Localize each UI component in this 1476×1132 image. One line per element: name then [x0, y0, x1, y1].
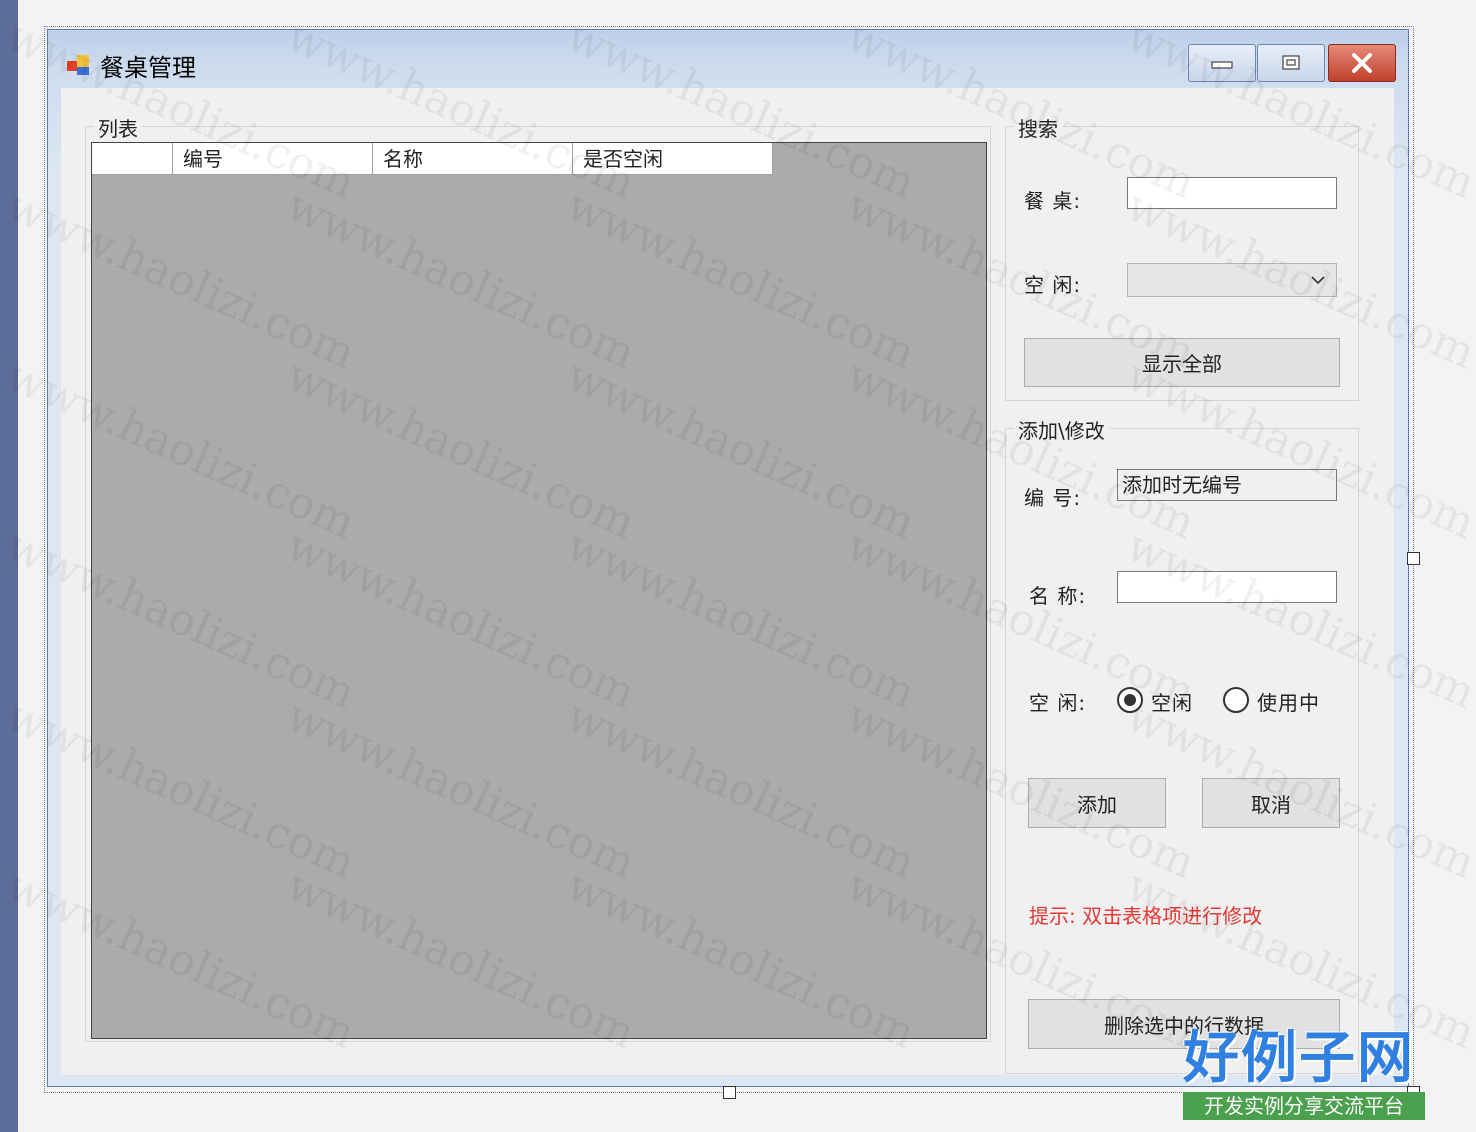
grid-header: 编号 名称 是否空闲 [92, 143, 773, 175]
maximize-button[interactable] [1257, 44, 1325, 82]
radio-in-use[interactable] [1223, 687, 1249, 713]
radio-idle[interactable] [1117, 687, 1143, 713]
designer-left-bar [0, 0, 18, 1132]
resize-handle-bottom[interactable] [723, 1086, 736, 1099]
table-search-input[interactable] [1127, 177, 1337, 209]
radio-selected-dot [1124, 694, 1136, 706]
edit-groupbox: 添加\修改 [1005, 415, 1359, 1074]
id-label: 编 号: [1024, 486, 1082, 510]
show-all-button[interactable]: 显示全部 [1024, 338, 1340, 387]
radio-in-use-label[interactable]: 使用中 [1257, 687, 1320, 716]
column-header-id[interactable]: 编号 [173, 143, 373, 175]
form-window: 餐桌管理 列表 编号 名称 是否空闲 搜索 餐 桌: 空 闲: 显示全部 添加\… [47, 29, 1409, 1087]
list-group-title: 列表 [94, 113, 142, 142]
close-icon [1352, 53, 1372, 73]
table-label: 餐 桌: [1024, 189, 1082, 213]
row-header-cell[interactable] [92, 143, 173, 175]
idle-search-label: 空 闲: [1024, 273, 1082, 297]
hint-text: 提示: 双击表格项进行修改 [1029, 904, 1263, 928]
name-input[interactable] [1117, 571, 1337, 603]
app-icon [67, 55, 89, 75]
resize-handle-right[interactable] [1407, 552, 1420, 565]
window-title: 餐桌管理 [100, 54, 196, 82]
logo-sub-text: 开发实例分享交流平台 [1183, 1092, 1425, 1120]
idle-edit-label: 空 闲: [1029, 691, 1087, 715]
idle-search-combo[interactable] [1127, 263, 1337, 297]
close-button[interactable] [1328, 44, 1396, 82]
minimize-icon [1211, 61, 1233, 69]
client-area: 列表 编号 名称 是否空闲 搜索 餐 桌: 空 闲: 显示全部 添加\修改 编 … [61, 88, 1394, 1075]
maximize-icon [1282, 55, 1300, 70]
radio-idle-label[interactable]: 空闲 [1151, 687, 1193, 716]
name-label: 名 称: [1029, 584, 1087, 608]
search-group-title: 搜索 [1014, 113, 1062, 142]
cancel-button[interactable]: 取消 [1202, 778, 1340, 828]
add-button[interactable]: 添加 [1028, 778, 1166, 828]
column-header-name[interactable]: 名称 [373, 143, 573, 175]
data-grid[interactable]: 编号 名称 是否空闲 [91, 142, 987, 1039]
title-bar[interactable]: 餐桌管理 [48, 30, 1408, 90]
edit-group-title: 添加\修改 [1014, 415, 1109, 444]
minimize-button[interactable] [1188, 44, 1256, 82]
logo-main-text: 好例子网 [1183, 1026, 1415, 1091]
id-input[interactable]: 添加时无编号 [1117, 469, 1337, 501]
column-header-idle[interactable]: 是否空闲 [573, 143, 773, 175]
site-logo: 好例子网 开发实例分享交流平台 [1183, 1028, 1425, 1120]
chevron-down-icon [1311, 276, 1325, 285]
